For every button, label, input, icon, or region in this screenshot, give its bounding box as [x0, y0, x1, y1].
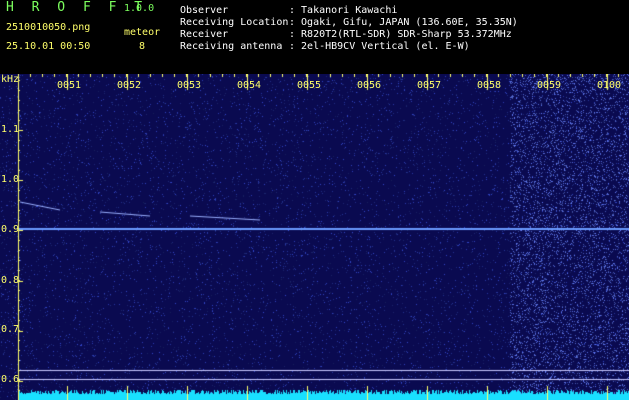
receiver-label: Receiver — [180, 29, 229, 40]
x-tick-0059: 0059 — [537, 80, 562, 91]
x-tick-0057: 0057 — [417, 80, 442, 91]
antenna-value: : 2el-HB9CV Vertical (el. E-W) — [289, 41, 470, 52]
y-unit-label: kHz — [1, 74, 20, 85]
meteor-count: 8 — [139, 41, 146, 52]
spectrogram-canvas — [0, 74, 629, 400]
observer-label: Observer — [180, 5, 229, 16]
x-tick-0053: 0053 — [177, 80, 202, 91]
location-label: Receiving Location — [180, 17, 289, 28]
header: H R O F F T 1.0.0 2510010050.png meteor … — [0, 0, 629, 74]
observer-value: : Takanori Kawachi — [289, 5, 398, 16]
app-version: 1.0.0 — [124, 3, 155, 14]
date-time: 25.10.01 00:50 — [6, 41, 91, 52]
x-tick-0054: 0054 — [237, 80, 262, 91]
y-tick-0-7: 0.7 — [1, 324, 20, 335]
y-tick-0-8: 0.8 — [1, 275, 20, 286]
x-tick-0058: 0058 — [477, 80, 502, 91]
y-tick-0-6: 0.6 — [1, 374, 20, 385]
x-tick-0056: 0056 — [357, 80, 382, 91]
meteor-label: meteor — [124, 27, 161, 38]
y-tick-1-1: 1.1 — [1, 124, 20, 135]
receiver-value: : R820T2(RTL-SDR) SDR-Sharp 53.372MHz — [289, 29, 512, 40]
location-value: : Ogaki, Gifu, JAPAN (136.60E, 35.35N) — [289, 17, 518, 28]
x-tick-0052: 0052 — [117, 80, 142, 91]
y-tick-1-0: 1.0 — [1, 174, 20, 185]
y-tick-0-9: 0.9 — [1, 224, 20, 235]
x-tick-0055: 0055 — [297, 80, 322, 91]
antenna-label: Receiving antenna — [180, 41, 283, 52]
x-tick-0100: 0100 — [597, 80, 622, 91]
x-tick-0051: 0051 — [57, 80, 82, 91]
file-name: 2510010050.png — [6, 22, 91, 33]
